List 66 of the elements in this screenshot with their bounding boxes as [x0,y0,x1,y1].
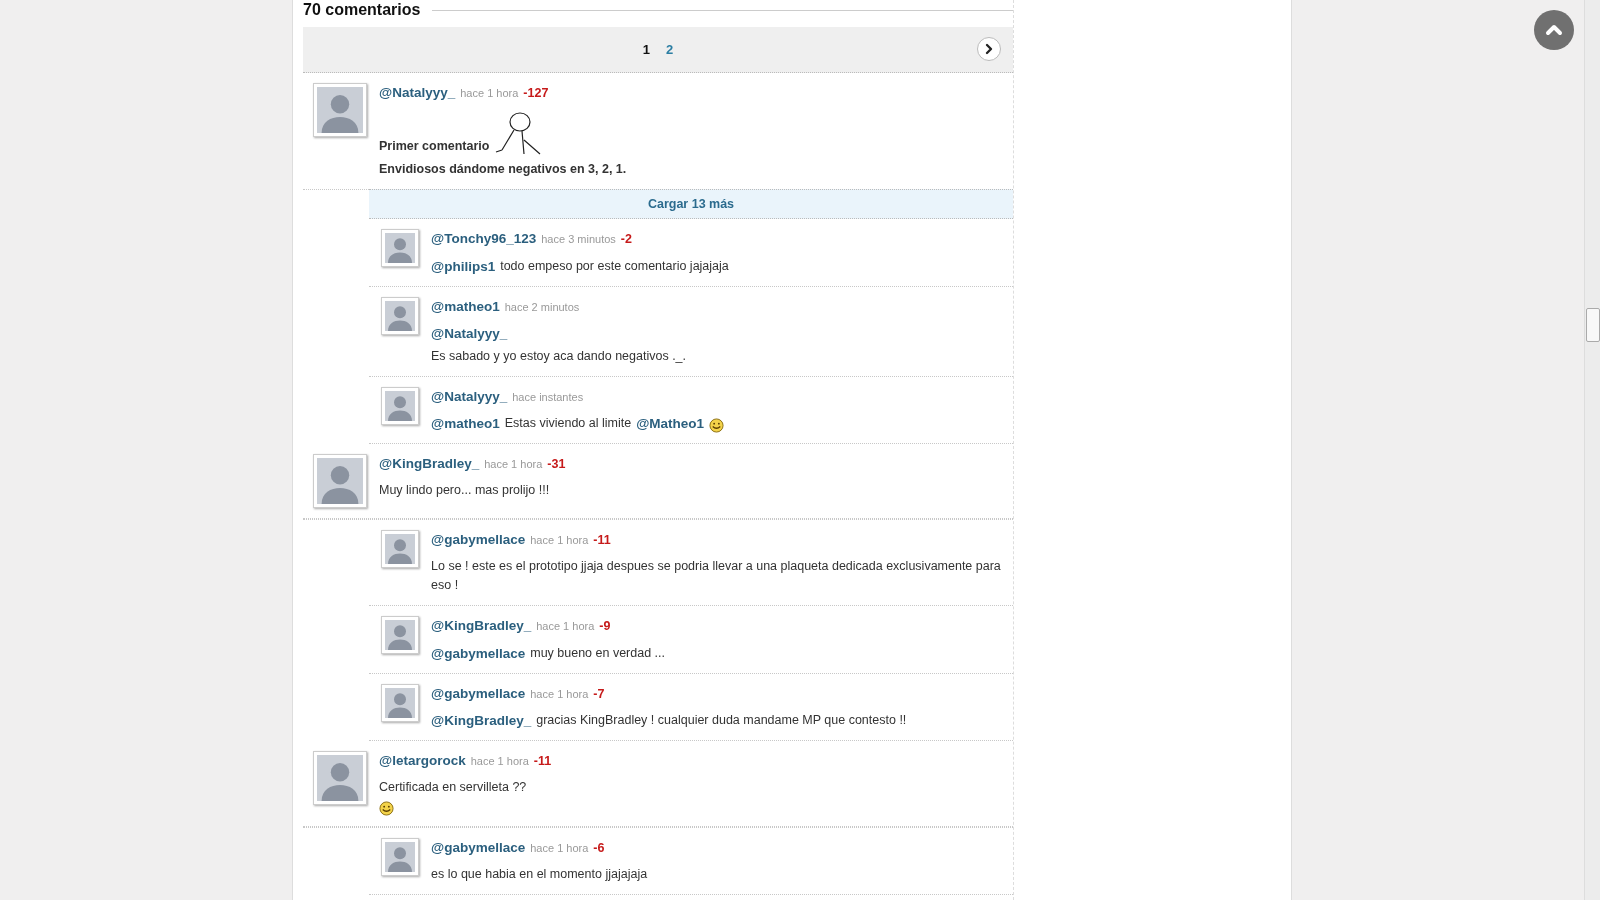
page-link[interactable]: 2 [666,39,674,60]
vote-score: -11 [533,752,552,770]
vote-score: -31 [547,456,566,473]
user-mention-link[interactable]: @gabymellace [431,643,526,663]
username-link[interactable]: @matheo1 [431,296,500,317]
vote-score: -127 [523,85,549,102]
scrollbar[interactable] [1584,0,1600,900]
username-link[interactable]: @gabymellace [431,838,526,859]
comment-text: Primer comentario [379,138,490,156]
comments-heading: 70 comentarios [303,0,421,20]
comment-text: muy bueno en verdad ... [530,644,666,662]
smiley-icon [379,801,394,816]
vote-score: -2 [620,231,632,249]
username-link[interactable]: @Natalyyy_ [379,83,456,104]
avatar[interactable] [313,750,367,805]
comment-text: Es sabado y yo estoy aca dando negativos ._. [431,347,687,365]
username-link[interactable]: @KingBradley_ [431,616,532,637]
username-link[interactable]: @Natalyyy_ [431,386,508,407]
user-mention-link[interactable]: @Matheo1 [636,414,705,433]
timestamp: hace 1 hora [484,457,543,472]
comment-text: todo empeso por este comentario jajajaja [500,257,729,275]
avatar[interactable] [313,83,367,137]
avatar[interactable] [381,683,419,722]
timestamp: hace 1 hora [530,533,589,548]
comment-text: Envidiosos dándome negativos en 3, 2, 1. [379,161,627,179]
timestamp: hace instantes [512,389,584,405]
user-mention-link[interactable]: @KingBradley_ [431,710,532,730]
comment-text: Certificada en servilleta ?? [379,779,527,796]
comment-text: es lo que habia en el momento jjajajaja [431,866,648,884]
timestamp: hace 1 hora [530,686,589,702]
avatar[interactable] [381,296,419,335]
comment-text: gracias KingBradley ! cualquier duda mandame MP que contesto !! [536,711,907,729]
avatar[interactable] [381,386,419,425]
username-link[interactable]: @gabymellace [431,530,526,551]
stick-figure-drawing [494,110,543,157]
smiley-icon [709,418,725,433]
comment-text: Lo se ! este es el prototipo jjaja despues se podria llevar a una plaqueta dedicada exclusivamente para eso ! [431,558,1002,595]
avatar[interactable] [381,229,419,268]
vote-score: -11 [593,532,611,549]
load-more-button[interactable]: Cargar 13 más [369,189,1013,220]
vote-score: -7 [593,685,605,703]
user-mention-link[interactable]: @matheo1 [431,414,500,433]
timestamp: hace 2 minutos [504,299,580,315]
timestamp: hace 1 hora [460,86,519,101]
username-link[interactable]: @gabymellace [431,683,526,704]
user-mention-link[interactable]: @philips1 [431,256,496,276]
avatar[interactable] [381,838,419,876]
scrollbar-thumb[interactable] [1586,308,1600,342]
next-page-button[interactable] [977,37,1001,61]
page-link[interactable]: 1 [642,39,650,60]
avatar[interactable] [381,530,419,568]
timestamp: hace 1 hora [536,619,595,635]
timestamp: hace 3 minutos [541,232,616,248]
avatar[interactable] [381,616,419,655]
scroll-to-top-button[interactable] [1534,10,1574,50]
vote-score: -9 [599,618,611,636]
vote-score: -6 [593,840,605,857]
comment-text: Muy lindo pero... mas prolijo !!! [379,482,550,500]
comment-text: Estas viviendo al limite [504,415,632,432]
avatar[interactable] [313,454,367,508]
username-link[interactable]: @KingBradley_ [379,454,480,475]
username-link[interactable]: @letargorock [379,750,466,771]
user-mention-link[interactable]: @Natalyyy_ [431,323,508,343]
timestamp: hace 1 hora [530,841,589,856]
timestamp: hace 1 hora [470,753,529,769]
username-link[interactable]: @Tonchy96_123 [431,229,537,250]
